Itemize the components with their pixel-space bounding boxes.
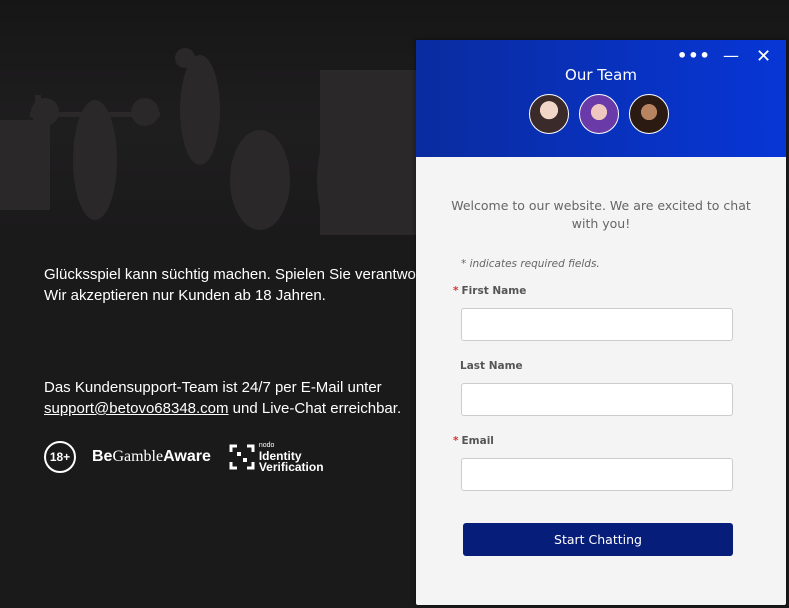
last-name-label: Last Name — [460, 360, 523, 372]
first-name-field[interactable] — [461, 308, 733, 341]
required-star: * — [453, 435, 459, 447]
first-name-label: * First Name — [453, 285, 527, 297]
avatar-agent-1 — [529, 94, 569, 134]
email-label-text: Email — [461, 435, 494, 447]
chat-title: Our Team — [565, 66, 637, 84]
gamble-aware: Aware — [163, 447, 211, 465]
welcome-message: Welcome to our website. We are excited t… — [451, 198, 751, 231]
avatar-agent-2 — [579, 94, 619, 134]
last-name-field[interactable] — [461, 383, 733, 416]
email-field[interactable] — [461, 458, 733, 491]
support-info: Das Kundensupport-Team ist 24/7 per E-Ma… — [44, 377, 401, 419]
first-name-label-text: First Name — [461, 285, 527, 297]
avatar-agent-3 — [629, 94, 669, 134]
required-fields-note: * indicates required fields. — [461, 258, 600, 270]
team-avatars — [529, 94, 679, 134]
more-dots-icon[interactable]: ••• — [677, 46, 711, 65]
chat-header: ••• — ✕ Our Team — [416, 40, 786, 157]
required-star: * — [453, 285, 459, 297]
gamble-be: Be — [92, 447, 113, 465]
email-label: * Email — [453, 435, 494, 447]
identity-scan-icon — [229, 444, 255, 469]
age-18-badge: 18+ — [44, 440, 76, 473]
close-icon[interactable]: ✕ — [756, 46, 771, 67]
support-line-2: support@betovo68348.com und Live-Chat er… — [44, 398, 401, 419]
minimize-icon[interactable]: — — [723, 46, 739, 65]
idv-line-2: Verification — [258, 460, 324, 474]
chat-widget: ••• — ✕ Our Team Welcome to our website.… — [416, 40, 786, 605]
support-email-link[interactable]: support@betovo68348.com — [44, 400, 229, 417]
trust-logos: 18+ BeGambleAware nodo Identity Verifica… — [44, 440, 324, 473]
gamble-mid: Gamble — [112, 447, 164, 465]
identity-verification-logo[interactable]: nodo Identity Verification — [229, 440, 324, 473]
start-chatting-button[interactable]: Start Chatting — [463, 523, 733, 556]
support-line-1: Das Kundensupport-Team ist 24/7 per E-Ma… — [44, 379, 382, 396]
begambleaware-logo[interactable]: BeGambleAware — [92, 448, 211, 466]
support-line-2-rest: und Live-Chat erreichbar. — [228, 400, 402, 417]
